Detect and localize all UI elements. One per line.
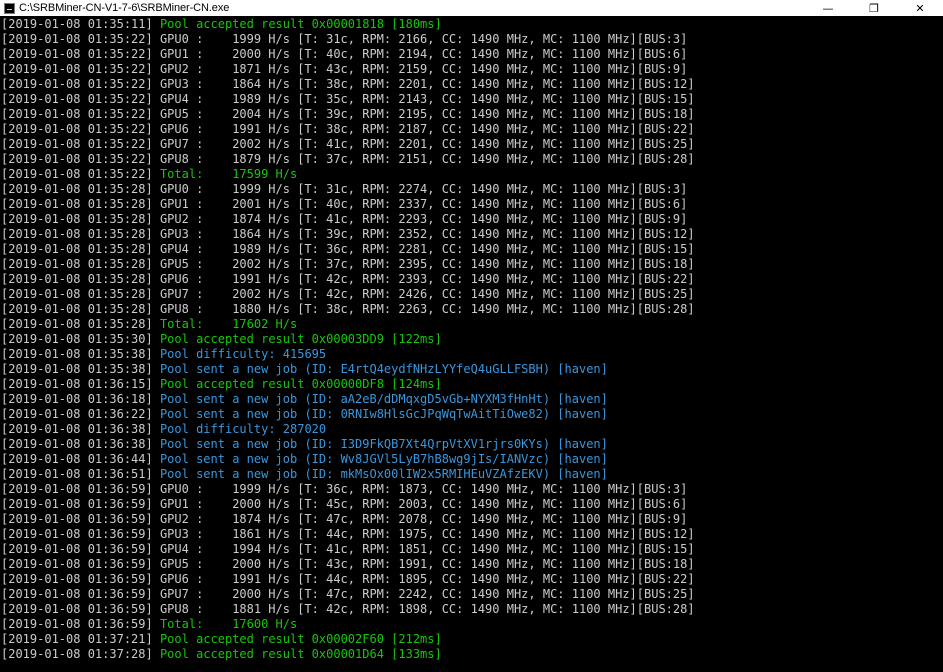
log-timestamp: [2019-01-08 01:35:38] [1,347,160,361]
log-message: Pool accepted result 0x00002F60 [212ms] [159,632,442,646]
title-bar[interactable]: C:\SRBMiner-CN-V1-7-6\SRBMiner-CN.exe — … [0,0,943,16]
console-line: [2019-01-08 01:35:22] GPU8 : 1879 H/s [T… [1,152,695,166]
console-line: [2019-01-08 01:35:22] GPU4 : 1989 H/s [T… [1,92,695,106]
log-timestamp: [2019-01-08 01:36:51] [1,467,160,481]
console-line: [2019-01-08 01:35:30] Pool accepted resu… [0,332,943,347]
close-button[interactable]: ✕ [897,0,943,16]
console-line: [2019-01-08 01:36:59] Total: 17600 H/s [0,617,943,632]
log-message: Pool sent a new job (ID: Wv8JGVl5LyB7hB8… [159,452,608,466]
log-timestamp: [2019-01-08 01:36:38] [1,422,160,436]
log-timestamp: [2019-01-08 01:36:59] [1,617,160,631]
console-line: [2019-01-08 01:35:22] GPU0 : 1999 H/s [T… [1,32,688,46]
log-timestamp: [2019-01-08 01:35:22] [1,167,160,181]
console-line: [2019-01-08 01:35:28] GPU2 : 1874 H/s [T… [1,212,688,226]
console-line: [2019-01-08 01:35:28] GPU6 : 1991 H/s [T… [1,272,695,286]
log-timestamp: [2019-01-08 01:37:28] [1,647,160,661]
log-timestamp: [2019-01-08 01:36:44] [1,452,160,466]
log-timestamp: [2019-01-08 01:35:30] [1,332,160,346]
log-message: Pool accepted result 0x00003DD9 [122ms] [159,332,442,346]
console-line: [2019-01-08 01:35:28] GPU5 : 2002 H/s [T… [1,257,695,271]
console-line: [2019-01-08 01:36:59] GPU5 : 2000 H/s [T… [1,557,695,571]
log-message: Pool accepted result 0x00001818 [180ms] [159,17,442,31]
log-timestamp: [2019-01-08 01:35:38] [1,362,160,376]
log-timestamp: [2019-01-08 01:36:18] [1,392,160,406]
console-line: [2019-01-08 01:35:22] GPU2 : 1871 H/s [T… [1,62,688,76]
console-line: [2019-01-08 01:36:51] Pool sent a new jo… [0,467,943,482]
log-timestamp: [2019-01-08 01:35:28] [1,317,160,331]
log-timestamp: [2019-01-08 01:36:38] [1,437,160,451]
console-line: [2019-01-08 01:35:28] GPU4 : 1989 H/s [T… [1,242,695,256]
log-timestamp: [2019-01-08 01:36:15] [1,377,160,391]
console-line: [2019-01-08 01:36:59] GPU8 : 1881 H/s [T… [1,602,695,616]
restore-button[interactable]: ❐ [851,0,897,16]
console-line: [2019-01-08 01:35:28] GPU7 : 2002 H/s [T… [1,287,695,301]
log-message: Pool accepted result 0x00000DF8 [124ms] [159,377,442,391]
window-controls: — ❐ ✕ [805,0,943,16]
console-line: [2019-01-08 01:36:59] GPU2 : 1874 H/s [T… [1,512,688,526]
console-line: [2019-01-08 01:36:59] GPU7 : 2000 H/s [T… [1,587,695,601]
console-line: [2019-01-08 01:35:28] GPU3 : 1864 H/s [T… [1,227,695,241]
console-line: [2019-01-08 01:36:59] GPU6 : 1991 H/s [T… [1,572,695,586]
log-message: Pool difficulty: 287020 [159,422,327,436]
console-line: [2019-01-08 01:35:22] GPU1 : 2000 H/s [T… [1,47,688,61]
console-line: [2019-01-08 01:35:38] Pool difficulty: 4… [0,347,943,362]
console-line: [2019-01-08 01:36:59] GPU1 : 2000 H/s [T… [1,497,688,511]
console-app-icon [4,2,15,14]
console-line: [2019-01-08 01:36:59] GPU3 : 1861 H/s [T… [1,527,695,541]
console-line: [2019-01-08 01:35:28] GPU0 : 1999 H/s [T… [1,182,688,196]
log-timestamp: [2019-01-08 01:36:22] [1,407,160,421]
log-message: Pool sent a new job (ID: I3D9FkQB7Xt4Qrp… [159,437,608,451]
console-line: [2019-01-08 01:35:11] Pool accepted resu… [0,17,943,32]
log-timestamp: [2019-01-08 01:35:11] [1,17,160,31]
log-message: Pool accepted result 0x00001D64 [133ms] [159,647,442,661]
log-message: Pool sent a new job (ID: mkMsOx00lIW2x5R… [159,467,608,481]
console-line: [2019-01-08 01:36:59] GPU0 : 1999 H/s [T… [1,482,688,496]
log-message: Pool difficulty: 415695 [159,347,327,361]
console-line: [2019-01-08 01:35:28] GPU1 : 2001 H/s [T… [1,197,688,211]
console-line: [2019-01-08 01:35:28] Total: 17602 H/s [0,317,943,332]
console-line: [2019-01-08 01:36:15] Pool accepted resu… [0,377,943,392]
log-message: Total: 17600 H/s [159,617,298,631]
console-line: [2019-01-08 01:35:38] Pool sent a new jo… [0,362,943,377]
console-line: [2019-01-08 01:35:28] GPU8 : 1880 H/s [T… [1,302,695,316]
log-message: Total: 17599 H/s [159,167,298,181]
console-line: [2019-01-08 01:35:22] GPU5 : 2004 H/s [T… [1,107,695,121]
console-line: [2019-01-08 01:35:22] Total: 17599 H/s [0,167,943,182]
console-line: [2019-01-08 01:36:44] Pool sent a new jo… [0,452,943,467]
console-output[interactable]: [2019-01-08 01:35:11] Pool accepted resu… [0,17,943,672]
console-line: [2019-01-08 01:36:22] Pool sent a new jo… [0,407,943,422]
console-line: [2019-01-08 01:36:38] Pool difficulty: 2… [0,422,943,437]
console-line: [2019-01-08 01:35:22] GPU6 : 1991 H/s [T… [1,122,695,136]
log-timestamp: [2019-01-08 01:37:21] [1,632,160,646]
console-line: [2019-01-08 01:36:18] Pool sent a new jo… [0,392,943,407]
log-message: Pool sent a new job (ID: E4rtQ4eydfNHzLY… [159,362,608,376]
console-line: [2019-01-08 01:36:38] Pool sent a new jo… [0,437,943,452]
console-line: [2019-01-08 01:35:22] GPU3 : 1864 H/s [T… [1,77,695,91]
console-line: [2019-01-08 01:37:28] Pool accepted resu… [0,647,943,662]
console-line: [2019-01-08 01:36:59] GPU4 : 1994 H/s [T… [1,542,695,556]
log-message: Total: 17602 H/s [159,317,298,331]
log-message: Pool sent a new job (ID: aA2eB/dDMqxgD5v… [159,392,608,406]
minimize-button[interactable]: — [805,0,851,16]
console-line: [2019-01-08 01:37:21] Pool accepted resu… [0,632,943,647]
log-message: Pool sent a new job (ID: 0RNIw8HlsGcJPqW… [159,407,608,421]
window-title: C:\SRBMiner-CN-V1-7-6\SRBMiner-CN.exe [19,2,230,14]
console-line: [2019-01-08 01:35:22] GPU7 : 2002 H/s [T… [1,137,695,151]
